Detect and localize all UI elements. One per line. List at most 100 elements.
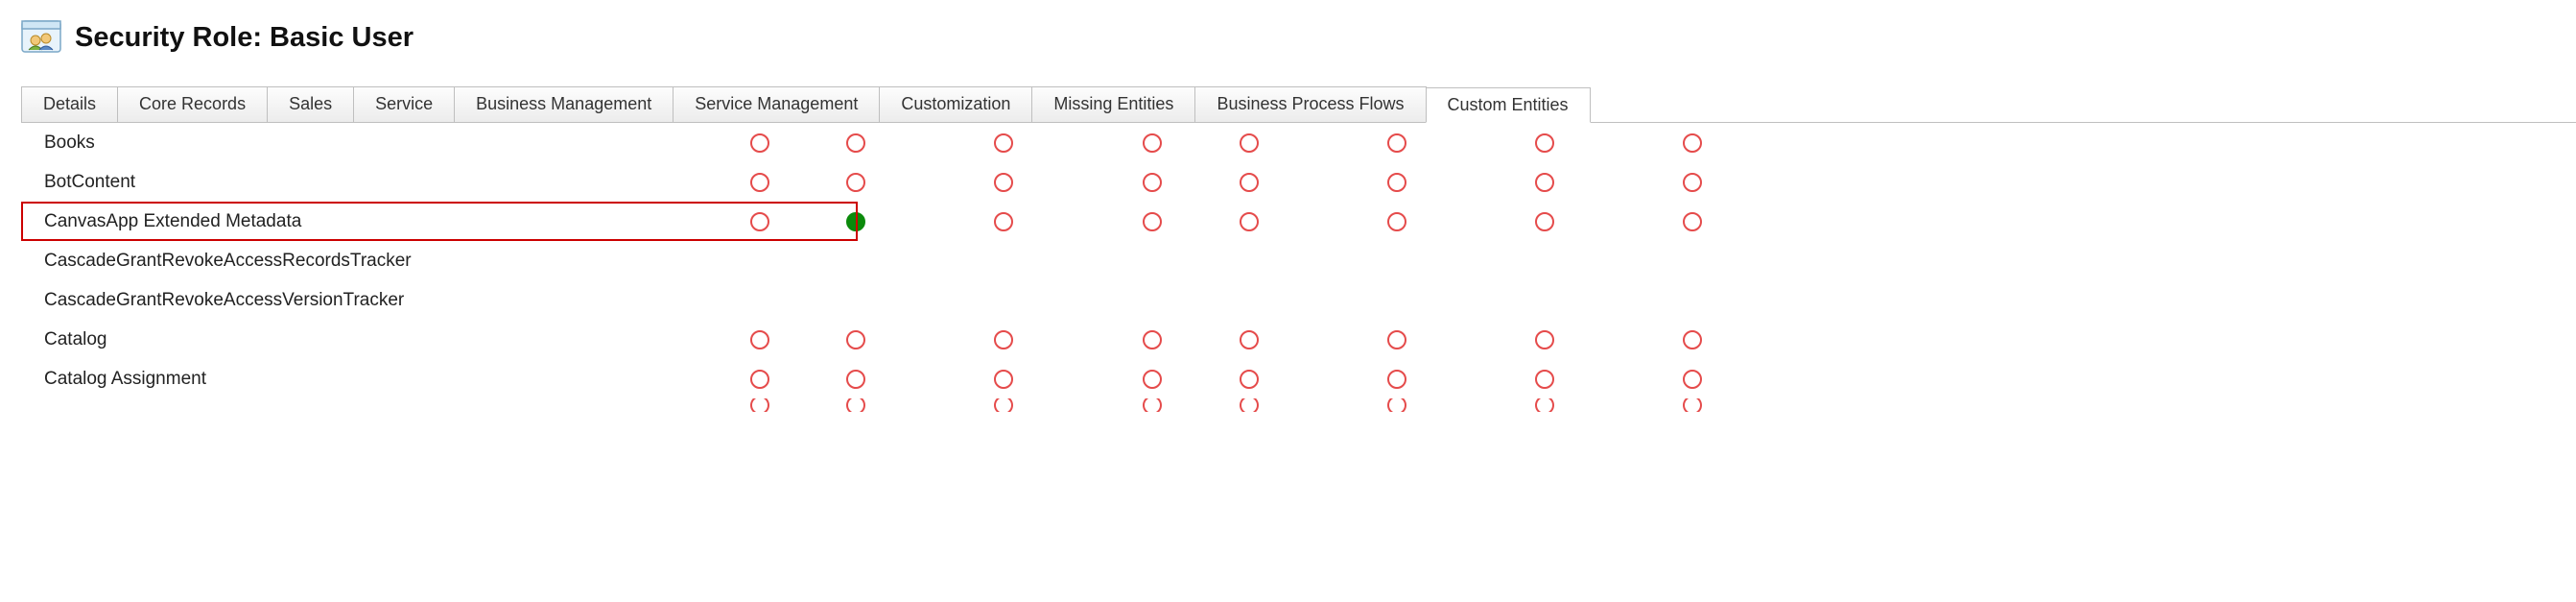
tab-label: Custom Entities <box>1448 95 1569 114</box>
privilege-cell <box>1297 398 1497 412</box>
entity-name: CanvasApp Extended Metadata <box>21 211 712 232</box>
privilege-cell <box>1593 212 1792 231</box>
entity-row: CascadeGrantRevokeAccessRecordsTracker <box>21 241 2576 280</box>
privilege-cell <box>712 370 808 389</box>
tab-custom-entities[interactable]: Custom Entities <box>1426 87 1591 123</box>
privilege-none-icon[interactable] <box>1387 330 1406 349</box>
privilege-cell <box>1593 330 1792 349</box>
privilege-cell <box>1103 133 1201 153</box>
privilege-none-icon[interactable] <box>1387 370 1406 389</box>
privilege-cell <box>904 330 1103 349</box>
entity-name: Books <box>21 132 712 154</box>
privilege-none-icon[interactable] <box>994 370 1013 389</box>
tab-core-records[interactable]: Core Records <box>117 86 268 122</box>
privilege-cells <box>712 330 1792 349</box>
security-role-icon <box>21 17 61 58</box>
tab-customization[interactable]: Customization <box>879 86 1032 122</box>
privilege-none-icon[interactable] <box>1240 330 1259 349</box>
privilege-none-icon[interactable] <box>994 173 1013 192</box>
privilege-none-icon[interactable] <box>1387 398 1406 412</box>
tab-service[interactable]: Service <box>353 86 455 122</box>
entity-row: Catalog Assignment <box>21 359 2576 398</box>
privilege-cells <box>712 173 1792 192</box>
privilege-none-icon[interactable] <box>1683 370 1702 389</box>
privilege-none-icon[interactable] <box>846 370 865 389</box>
tab-details[interactable]: Details <box>21 86 118 122</box>
privilege-cell <box>1593 173 1792 192</box>
privilege-none-icon[interactable] <box>750 330 769 349</box>
privilege-cell <box>1201 370 1297 389</box>
privilege-cell <box>712 398 808 412</box>
privilege-cells <box>712 398 1792 412</box>
privilege-none-icon[interactable] <box>1535 133 1554 153</box>
privilege-none-icon[interactable] <box>1387 133 1406 153</box>
tab-bar: DetailsCore RecordsSales Service Business … <box>21 86 2576 123</box>
privilege-organization-icon[interactable] <box>846 212 865 231</box>
privilege-none-icon[interactable] <box>750 212 769 231</box>
privilege-none-icon[interactable] <box>1387 212 1406 231</box>
privilege-none-icon[interactable] <box>1240 398 1259 412</box>
privilege-none-icon[interactable] <box>1240 370 1259 389</box>
privilege-cell <box>712 212 808 231</box>
privilege-none-icon[interactable] <box>1143 398 1162 412</box>
tab-business-management[interactable]: Business Management <box>454 86 674 122</box>
privilege-cell <box>1297 133 1497 153</box>
privilege-none-icon[interactable] <box>994 398 1013 412</box>
privilege-none-icon[interactable] <box>1387 173 1406 192</box>
privilege-none-icon[interactable] <box>1240 212 1259 231</box>
privilege-cell <box>1103 173 1201 192</box>
privilege-none-icon[interactable] <box>750 173 769 192</box>
privilege-none-icon[interactable] <box>994 330 1013 349</box>
privilege-none-icon[interactable] <box>846 398 865 412</box>
privilege-cell <box>808 173 904 192</box>
privilege-cell <box>1297 330 1497 349</box>
privilege-cell <box>1497 212 1593 231</box>
privilege-cell <box>1297 370 1497 389</box>
tab-sales[interactable]: Sales <box>267 86 354 122</box>
privilege-none-icon[interactable] <box>1535 212 1554 231</box>
entity-row: CanvasApp Extended Metadata <box>21 202 2576 241</box>
privilege-none-icon[interactable] <box>1143 330 1162 349</box>
privilege-cell <box>1103 330 1201 349</box>
privilege-none-icon[interactable] <box>846 330 865 349</box>
privilege-none-icon[interactable] <box>846 133 865 153</box>
privilege-cell <box>808 398 904 412</box>
privilege-none-icon[interactable] <box>1240 173 1259 192</box>
tab-service-management[interactable]: Service Management <box>673 86 880 122</box>
privilege-cell <box>1497 330 1593 349</box>
privilege-none-icon[interactable] <box>1143 133 1162 153</box>
privilege-none-icon[interactable] <box>1535 370 1554 389</box>
privilege-none-icon[interactable] <box>1535 398 1554 412</box>
privilege-none-icon[interactable] <box>1683 212 1702 231</box>
privilege-none-icon[interactable] <box>994 133 1013 153</box>
tab-label: Service Management <box>695 94 858 113</box>
privilege-none-icon[interactable] <box>1535 173 1554 192</box>
privilege-none-icon[interactable] <box>750 370 769 389</box>
privilege-none-icon[interactable] <box>1240 133 1259 153</box>
privilege-cell <box>904 133 1103 153</box>
page-header: Security Role: Basic User <box>0 0 2576 86</box>
privilege-none-icon[interactable] <box>1683 398 1702 412</box>
privilege-none-icon[interactable] <box>750 398 769 412</box>
privilege-none-icon[interactable] <box>1143 370 1162 389</box>
tab-missing-entities[interactable]: Missing Entities <box>1031 86 1195 122</box>
tab-label: Service <box>375 94 433 113</box>
privilege-none-icon[interactable] <box>846 173 865 192</box>
privilege-cell <box>904 212 1103 231</box>
privilege-cell <box>1201 398 1297 412</box>
privilege-cell <box>904 370 1103 389</box>
privilege-cell <box>1593 133 1792 153</box>
privilege-none-icon[interactable] <box>1683 173 1702 192</box>
privilege-none-icon[interactable] <box>1143 173 1162 192</box>
privilege-none-icon[interactable] <box>994 212 1013 231</box>
entity-row-partial <box>21 398 2576 412</box>
privilege-cell <box>1103 212 1201 231</box>
page-title: Security Role: Basic User <box>75 22 414 54</box>
privilege-none-icon[interactable] <box>1143 212 1162 231</box>
privilege-none-icon[interactable] <box>1683 330 1702 349</box>
tab-business-process-flows[interactable]: Business Process Flows <box>1194 86 1426 122</box>
privilege-none-icon[interactable] <box>750 133 769 153</box>
privilege-none-icon[interactable] <box>1683 133 1702 153</box>
privilege-none-icon[interactable] <box>1535 330 1554 349</box>
entity-row: CascadeGrantRevokeAccessVersionTracker <box>21 280 2576 320</box>
